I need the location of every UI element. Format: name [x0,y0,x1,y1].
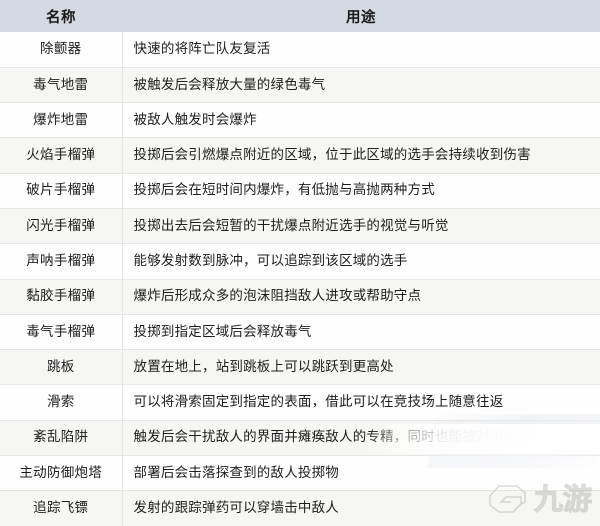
cell-gadget-name: 闪光手榴弹 [0,208,123,245]
cell-gadget-name: 滑索 [0,384,123,421]
cell-gadget-use: 发射的跟踪弹药可以穿墙击中敌人 [122,490,600,526]
table-row: 破片手榴弹 投掷后会在短时间内爆炸，有低抛与高抛两种方式 [0,173,600,209]
table-row: 声呐手榴弹 能够发射数到脉冲，可以追踪到该区域的选手 [0,243,600,280]
table-row: 毒气手榴弹 投掷到指定区域后会释放毒气 [0,314,600,351]
cell-gadget-use: 被敌人触发时会爆炸 [122,102,600,139]
cell-gadget-use: 放置在地上，站到跳板上可以跳跃到更高处 [122,349,600,386]
table-row: 紊乱陷阱 触发后会干扰敌人的界面并瘫痪敌人的专精，同时也能被对手破坏 [0,420,600,457]
cell-gadget-use: 投掷后会引燃爆点附近的区域，位于此区域的选手会持续收到伤害 [122,137,600,174]
cell-gadget-use: 投掷后会在短时间内爆炸，有低抛与高抛两种方式 [122,173,600,209]
cell-gadget-name: 紊乱陷阱 [0,420,123,457]
cell-gadget-use: 投掷出去后会短暂的干扰爆点附近选手的视觉与听觉 [122,208,600,245]
table-row: 火焰手榴弹 投掷后会引燃爆点附近的区域，位于此区域的选手会持续收到伤害 [0,137,600,174]
cell-gadget-use: 被触发后会释放大量的绿色毒气 [122,67,600,104]
cell-gadget-name: 毒气手榴弹 [0,314,123,351]
table-row: 主动防御炮塔 部署后会击落探查到的敌人投掷物 [0,455,600,492]
table-header: 名称 用途 [0,0,600,32]
cell-gadget-use: 部署后会击落探查到的敌人投掷物 [122,455,600,492]
table-row: 爆炸地雷 被敌人触发时会爆炸 [0,102,600,139]
cell-gadget-use: 快速的将阵亡队友复活 [122,32,600,68]
cell-gadget-name: 黏胶手榴弹 [0,279,123,315]
table-row: 闪光手榴弹 投掷出去后会短暂的干扰爆点附近选手的视觉与听觉 [0,208,600,245]
cell-gadget-name: 主动防御炮塔 [0,455,123,492]
table-header-row: 名称 用途 [0,0,600,32]
table-row: 除颤器 快速的将阵亡队友复活 [0,32,600,68]
cell-gadget-name: 毒气地雷 [0,67,123,104]
gadget-table-container: 名称 用途 除颤器 快速的将阵亡队友复活 毒气地雷 被触发后会释放大量的绿色毒气… [0,0,600,526]
cell-gadget-name: 声呐手榴弹 [0,243,123,280]
cell-gadget-name: 火焰手榴弹 [0,137,123,174]
cell-gadget-use: 能够发射数到脉冲，可以追踪到该区域的选手 [122,243,600,280]
table-row: 跳板 放置在地上，站到跳板上可以跳跃到更高处 [0,349,600,386]
table-row: 滑索 可以将滑索固定到指定的表面，借此可以在竞技场上随意往返 [0,384,600,421]
cell-gadget-use: 投掷到指定区域后会释放毒气 [122,314,600,351]
column-header-name: 名称 [0,0,122,32]
cell-gadget-name: 爆炸地雷 [0,102,123,139]
cell-gadget-name: 破片手榴弹 [0,173,123,209]
table-row: 毒气地雷 被触发后会释放大量的绿色毒气 [0,67,600,104]
table-row: 黏胶手榴弹 爆炸后形成众多的泡沫阻挡敌人进攻或帮助守点 [0,279,600,315]
column-header-use: 用途 [122,0,600,32]
cell-gadget-name: 除颤器 [0,32,123,68]
table-row: 追踪飞镖 发射的跟踪弹药可以穿墙击中敌人 [0,490,600,526]
gadget-table: 名称 用途 除颤器 快速的将阵亡队友复活 毒气地雷 被触发后会释放大量的绿色毒气… [0,0,600,526]
cell-gadget-name: 跳板 [0,349,123,386]
cell-gadget-use: 爆炸后形成众多的泡沫阻挡敌人进攻或帮助守点 [122,279,600,315]
cell-gadget-use: 可以将滑索固定到指定的表面，借此可以在竞技场上随意往返 [122,384,600,421]
cell-gadget-name: 追踪飞镖 [0,490,123,526]
cell-gadget-use: 触发后会干扰敌人的界面并瘫痪敌人的专精，同时也能被对手破坏 [122,420,600,457]
table-body: 除颤器 快速的将阵亡队友复活 毒气地雷 被触发后会释放大量的绿色毒气 爆炸地雷 … [0,32,600,526]
